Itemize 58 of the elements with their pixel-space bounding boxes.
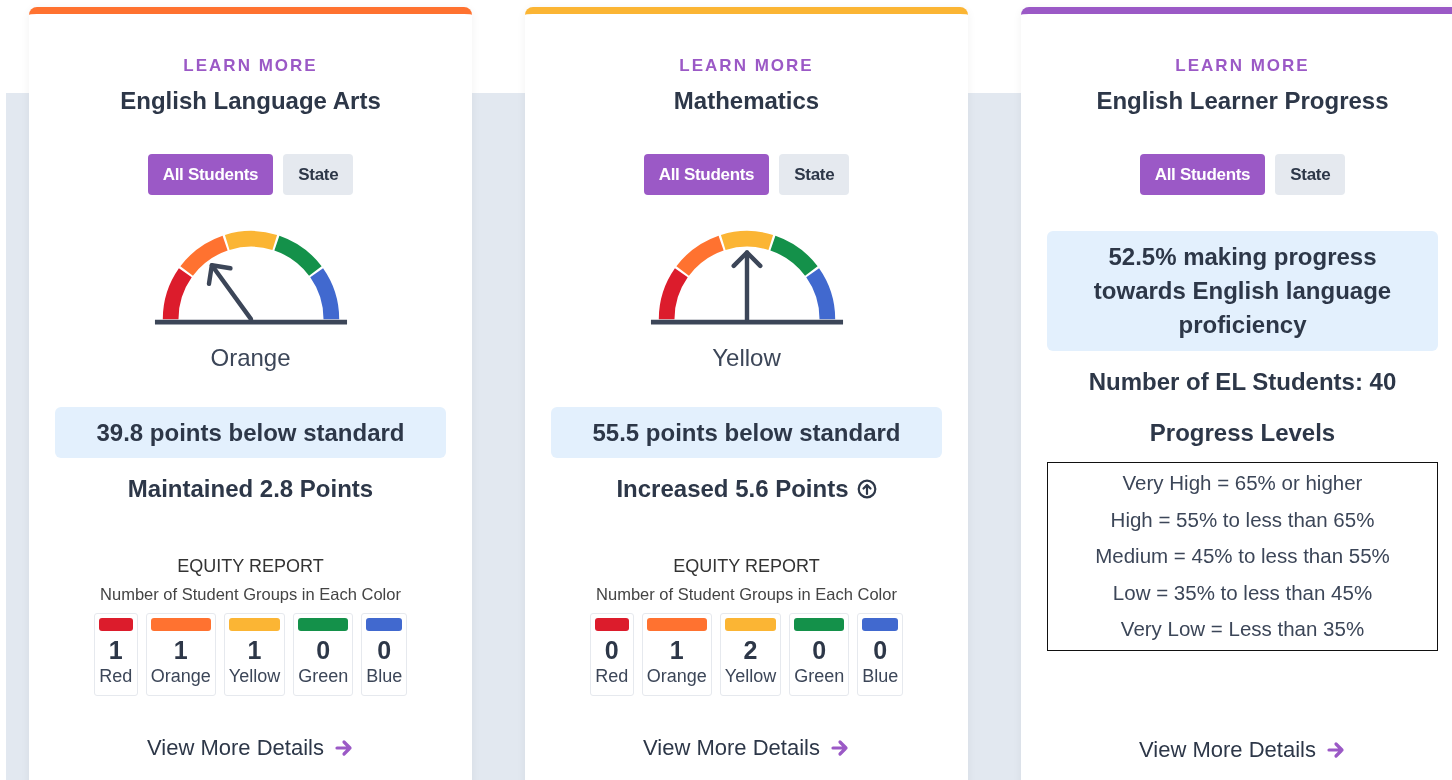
group-label: Orange [646, 665, 707, 687]
group-label: Yellow [724, 665, 777, 687]
equity-subtitle: Number of Student Groups in Each Color [596, 584, 897, 604]
card-title: Mathematics [673, 86, 820, 116]
level-text: Medium = 45% to less than 55% [1095, 543, 1390, 569]
group-label: Blue [862, 665, 899, 687]
equity-title: EQUITY REPORT [177, 556, 324, 576]
group-label: Green [298, 665, 349, 687]
filter-tab[interactable]: All Students [643, 154, 770, 195]
level-text: Low = 35% to less than 45% [1112, 579, 1373, 606]
student-count: Number of EL Students: 40 [1088, 367, 1397, 397]
score-highlight: 39.8 points below standard [55, 407, 446, 458]
levels-title: Progress Levels [1149, 418, 1336, 448]
group-count: 1 [108, 635, 123, 665]
filter-tab[interactable]: State [779, 154, 850, 195]
level-text: Very High = 65% or higher [1122, 470, 1363, 496]
progress-highlight: 52.5% making progress towards English language proficiency [1047, 231, 1438, 351]
filter-tab[interactable]: State [283, 154, 354, 195]
view-more-link[interactable]: View More Details [147, 735, 354, 761]
group-count: 0 [377, 635, 392, 665]
gauge-needle [206, 263, 253, 322]
group-count: 1 [247, 635, 262, 665]
filter-tab[interactable]: All Students [147, 154, 274, 195]
learn-more-link[interactable]: LEARN MORE [183, 57, 318, 75]
learn-more-link[interactable]: LEARN MORE [1175, 57, 1310, 75]
group-label: Yellow [228, 665, 281, 687]
group-label: Green [794, 665, 845, 687]
status-label: Orange [210, 344, 291, 372]
group-label: Red [595, 665, 629, 687]
change-text: Maintained 2.8 Points [127, 474, 374, 504]
equity-title: EQUITY REPORT [673, 556, 820, 576]
learn-more-link[interactable]: LEARN MORE [679, 57, 814, 75]
group-count: 0 [316, 635, 331, 665]
gauge-needle [731, 250, 762, 322]
filter-tab[interactable]: All Students [1139, 154, 1266, 195]
filter-tab[interactable]: State [1275, 154, 1346, 195]
group-label: Red [99, 665, 133, 687]
arrow-right-icon [1325, 739, 1346, 760]
group-label: Orange [150, 665, 211, 687]
group-count: 1 [173, 635, 188, 665]
change-text: Increased 5.6 Points [616, 474, 849, 504]
group-count: 0 [873, 635, 888, 665]
arrow-right-icon [829, 738, 850, 758]
level-text: Very Low = Less than 35% [1120, 616, 1365, 642]
arrow-right-icon [333, 738, 354, 758]
group-count: 0 [604, 635, 619, 665]
group-label: Blue [366, 665, 403, 687]
level-text: High = 55% to less than 65% [1110, 506, 1375, 533]
group-count: 0 [812, 635, 827, 665]
card-title: English Learner Progress [1096, 86, 1389, 116]
group-count: 1 [669, 635, 684, 665]
equity-subtitle: Number of Student Groups in Each Color [100, 584, 401, 604]
score-highlight: 55.5 points below standard [551, 407, 942, 458]
group-count: 2 [743, 635, 758, 665]
view-more-link[interactable]: View More Details [643, 735, 850, 761]
status-label: Yellow [712, 344, 781, 372]
card-title: English Language Arts [120, 86, 381, 116]
view-more-link[interactable]: View More Details [1139, 736, 1346, 763]
